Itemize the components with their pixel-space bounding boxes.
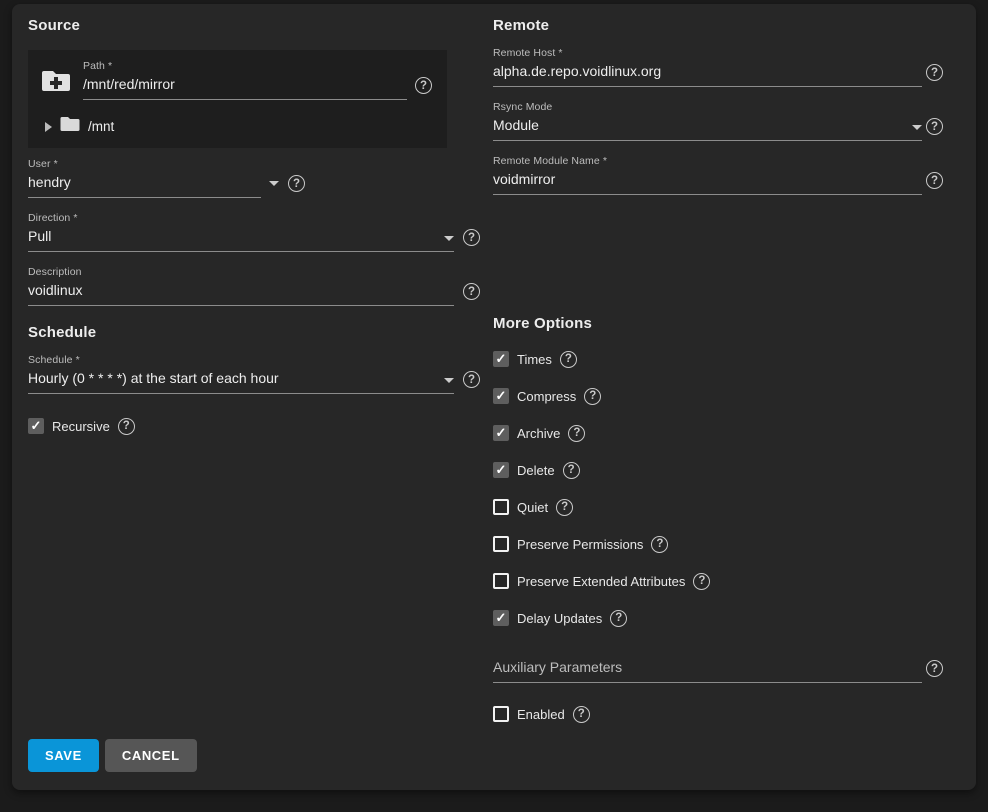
tree-node-mnt[interactable]: /mnt bbox=[41, 116, 447, 137]
checkbox-row-preserve-permissions[interactable]: Preserve Permissions ? bbox=[493, 534, 943, 554]
delete-label: Delete bbox=[517, 463, 555, 478]
form-actions: SAVE CANCEL bbox=[28, 739, 197, 772]
auxiliary-parameters-help-icon[interactable]: ? bbox=[926, 660, 943, 677]
checkbox-row-compress[interactable]: Compress ? bbox=[493, 386, 943, 406]
user-value: hendry bbox=[28, 174, 71, 191]
path-input[interactable]: /mnt/red/mirror bbox=[83, 73, 407, 100]
description-label: Description bbox=[28, 266, 454, 279]
delay-updates-help-icon[interactable]: ? bbox=[610, 610, 627, 627]
delay-updates-label: Delay Updates bbox=[517, 611, 602, 626]
section-title-source: Source bbox=[28, 17, 480, 35]
schedule-label: Schedule * bbox=[28, 354, 454, 367]
enabled-help-icon[interactable]: ? bbox=[573, 706, 590, 723]
direction-select[interactable]: Pull bbox=[28, 225, 454, 252]
section-title-schedule: Schedule bbox=[28, 324, 480, 342]
delete-checkbox[interactable] bbox=[493, 462, 509, 478]
compress-label: Compress bbox=[517, 389, 576, 404]
schedule-dropdown-arrow-icon[interactable] bbox=[444, 378, 454, 383]
path-help-icon[interactable]: ? bbox=[415, 77, 432, 94]
times-help-icon[interactable]: ? bbox=[560, 351, 577, 368]
description-input[interactable]: voidlinux bbox=[28, 279, 454, 306]
rsync-mode-value: Module bbox=[493, 117, 539, 134]
rsync-mode-select[interactable]: Module bbox=[493, 114, 922, 141]
delay-updates-checkbox[interactable] bbox=[493, 610, 509, 626]
checkbox-row-archive[interactable]: Archive ? bbox=[493, 423, 943, 443]
enabled-checkbox[interactable] bbox=[493, 706, 509, 722]
quiet-help-icon[interactable]: ? bbox=[556, 499, 573, 516]
remote-host-help-icon[interactable]: ? bbox=[926, 64, 943, 81]
cancel-button[interactable]: CANCEL bbox=[105, 739, 197, 772]
remote-module-label: Remote Module Name * bbox=[493, 155, 922, 168]
times-label: Times bbox=[517, 352, 552, 367]
description-help-icon[interactable]: ? bbox=[463, 283, 480, 300]
remote-module-value: voidmirror bbox=[493, 171, 555, 188]
archive-checkbox[interactable] bbox=[493, 425, 509, 441]
section-title-more-options: More Options bbox=[493, 315, 943, 333]
enabled-label: Enabled bbox=[517, 707, 565, 722]
compress-checkbox[interactable] bbox=[493, 388, 509, 404]
tree-node-label: /mnt bbox=[88, 119, 114, 134]
remote-module-input[interactable]: voidmirror bbox=[493, 168, 922, 195]
section-title-remote: Remote bbox=[493, 17, 943, 35]
checkbox-row-quiet[interactable]: Quiet ? bbox=[493, 497, 943, 517]
user-label: User * bbox=[28, 158, 261, 171]
path-value: /mnt/red/mirror bbox=[83, 76, 175, 93]
recursive-label: Recursive bbox=[52, 419, 110, 434]
preserve-permissions-checkbox[interactable] bbox=[493, 536, 509, 552]
checkbox-row-delay-updates[interactable]: Delay Updates ? bbox=[493, 608, 943, 628]
preserve-extended-attributes-checkbox[interactable] bbox=[493, 573, 509, 589]
delete-help-icon[interactable]: ? bbox=[563, 462, 580, 479]
rsync-mode-dropdown-arrow-icon[interactable] bbox=[912, 125, 922, 130]
direction-help-icon[interactable]: ? bbox=[463, 229, 480, 246]
left-column: Source Path * /mnt/red/mirror ? bbox=[28, 4, 480, 436]
preserve-permissions-help-icon[interactable]: ? bbox=[651, 536, 668, 553]
checkbox-row-delete[interactable]: Delete ? bbox=[493, 460, 943, 480]
checkbox-row-enabled[interactable]: Enabled ? bbox=[493, 704, 943, 724]
auxiliary-parameters-label: Auxiliary Parameters bbox=[493, 659, 622, 676]
archive-help-icon[interactable]: ? bbox=[568, 425, 585, 442]
user-dropdown-arrow-icon[interactable] bbox=[269, 181, 279, 186]
archive-label: Archive bbox=[517, 426, 560, 441]
folder-icon bbox=[60, 116, 80, 137]
checkbox-row-recursive[interactable]: Recursive ? bbox=[28, 416, 480, 436]
schedule-select[interactable]: Hourly (0 * * * *) at the start of each … bbox=[28, 367, 454, 394]
preserve-extended-attributes-label: Preserve Extended Attributes bbox=[517, 574, 685, 589]
description-value: voidlinux bbox=[28, 282, 82, 299]
recursive-checkbox[interactable] bbox=[28, 418, 44, 434]
direction-dropdown-arrow-icon[interactable] bbox=[444, 236, 454, 241]
user-select[interactable]: hendry bbox=[28, 171, 261, 198]
remote-host-input[interactable]: alpha.de.repo.voidlinux.org bbox=[493, 60, 922, 87]
path-explorer-panel: Path * /mnt/red/mirror ? /mnt bbox=[28, 50, 447, 148]
remote-module-help-icon[interactable]: ? bbox=[926, 172, 943, 189]
remote-host-value: alpha.de.repo.voidlinux.org bbox=[493, 63, 661, 80]
preserve-permissions-label: Preserve Permissions bbox=[517, 537, 643, 552]
direction-label: Direction * bbox=[28, 212, 454, 225]
compress-help-icon[interactable]: ? bbox=[584, 388, 601, 405]
auxiliary-parameters-input[interactable]: Auxiliary Parameters bbox=[493, 656, 922, 683]
preserve-extended-attributes-help-icon[interactable]: ? bbox=[693, 573, 710, 590]
checkbox-row-preserve-extended-attributes[interactable]: Preserve Extended Attributes ? bbox=[493, 571, 943, 591]
quiet-checkbox[interactable] bbox=[493, 499, 509, 515]
add-folder-icon[interactable] bbox=[41, 69, 71, 98]
rsync-mode-label: Rsync Mode bbox=[493, 101, 922, 114]
checkbox-row-times[interactable]: Times ? bbox=[493, 349, 943, 369]
remote-host-label: Remote Host * bbox=[493, 47, 922, 60]
direction-value: Pull bbox=[28, 228, 51, 245]
rsync-task-form: Source Path * /mnt/red/mirror ? bbox=[12, 4, 976, 790]
save-button[interactable]: SAVE bbox=[28, 739, 99, 772]
rsync-mode-help-icon[interactable]: ? bbox=[926, 118, 943, 135]
expand-arrow-icon[interactable] bbox=[45, 122, 52, 132]
user-help-icon[interactable]: ? bbox=[288, 175, 305, 192]
right-column: Remote Remote Host * alpha.de.repo.voidl… bbox=[493, 4, 943, 724]
times-checkbox[interactable] bbox=[493, 351, 509, 367]
recursive-help-icon[interactable]: ? bbox=[118, 418, 135, 435]
schedule-help-icon[interactable]: ? bbox=[463, 371, 480, 388]
path-label: Path * bbox=[83, 60, 407, 73]
schedule-value: Hourly (0 * * * *) at the start of each … bbox=[28, 370, 279, 387]
quiet-label: Quiet bbox=[517, 500, 548, 515]
